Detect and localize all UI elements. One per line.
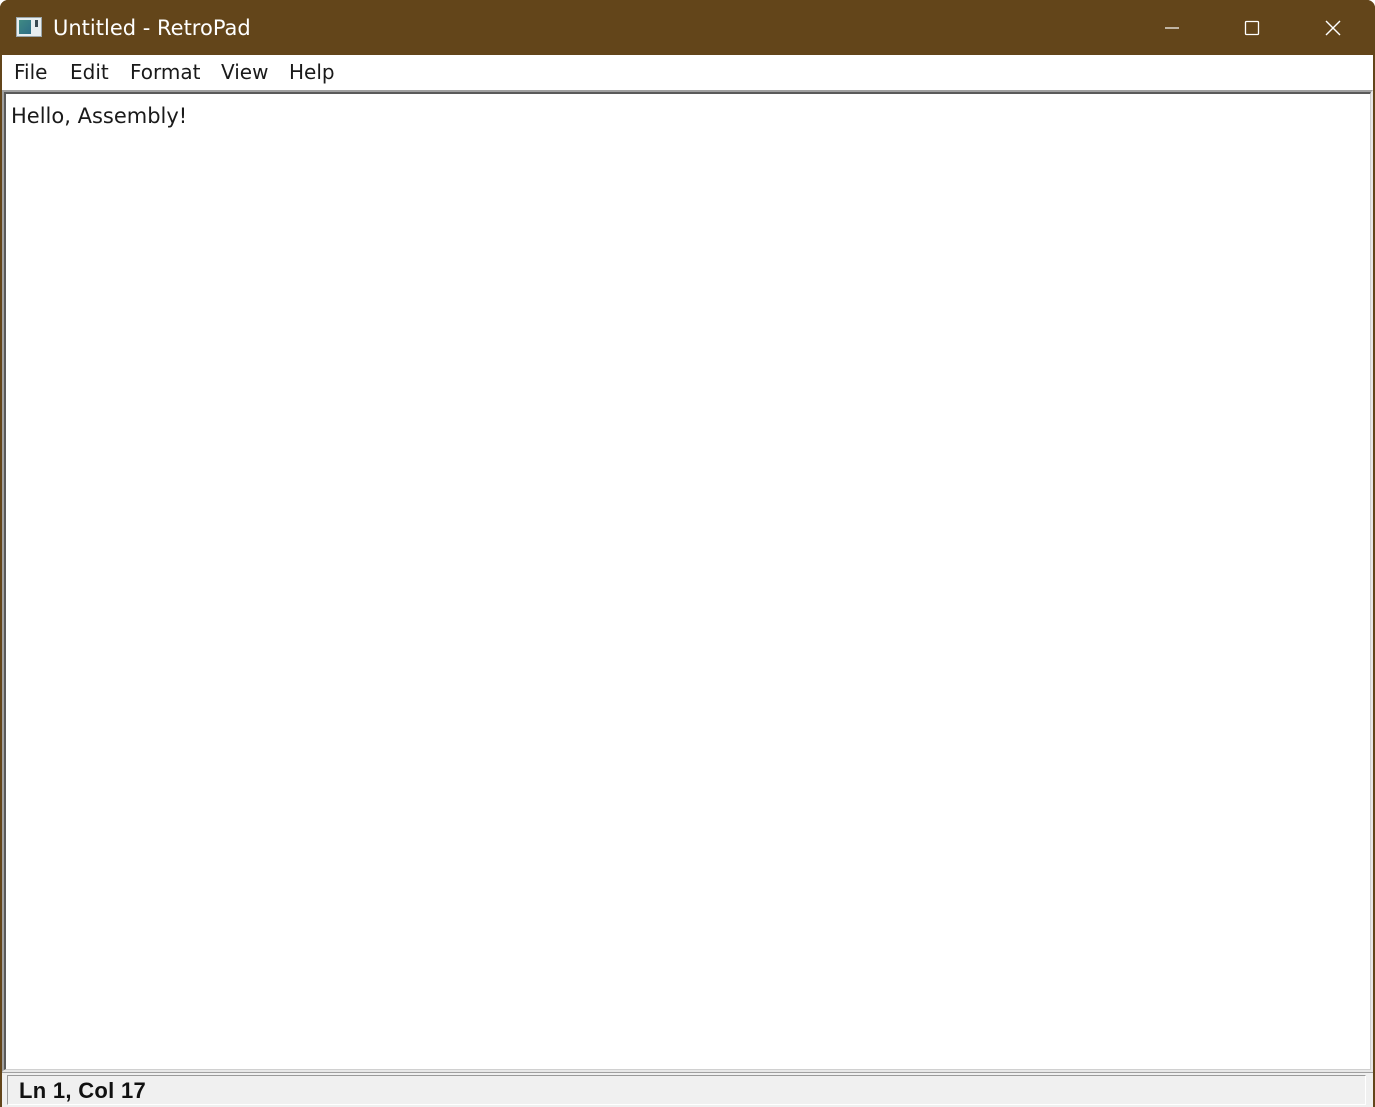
app-icon-pane — [19, 20, 31, 34]
title-bar[interactable]: Untitled - RetroPad — [0, 0, 1375, 55]
close-button[interactable] — [1293, 0, 1373, 55]
cursor-position: Ln 1, Col 17 — [19, 1078, 147, 1103]
menu-view[interactable]: View — [221, 59, 268, 85]
menu-bar: File Edit Format View Help — [2, 55, 1373, 90]
minimize-icon — [1165, 26, 1179, 29]
menu-format[interactable]: Format — [130, 59, 200, 85]
minimize-button[interactable] — [1132, 0, 1212, 55]
text-editor[interactable]: Hello, Assembly! — [4, 92, 1371, 1070]
status-panel: Ln 1, Col 17 — [7, 1075, 1366, 1105]
maximize-button[interactable] — [1212, 0, 1292, 55]
menu-help[interactable]: Help — [289, 59, 335, 85]
app-icon[interactable] — [16, 17, 42, 37]
menu-edit[interactable]: Edit — [70, 59, 109, 85]
editor-content[interactable]: Hello, Assembly! — [11, 102, 187, 130]
app-icon-bar — [35, 20, 38, 27]
menu-file[interactable]: File — [14, 59, 47, 85]
maximize-icon — [1244, 20, 1260, 35]
retropad-window: Untitled - RetroPad File Edit Format Vie… — [0, 0, 1375, 1107]
window-title: Untitled - RetroPad — [53, 16, 251, 40]
close-icon — [1325, 20, 1341, 35]
status-bar: Ln 1, Col 17 — [2, 1072, 1373, 1107]
editor-frame: Hello, Assembly! — [2, 90, 1373, 1072]
